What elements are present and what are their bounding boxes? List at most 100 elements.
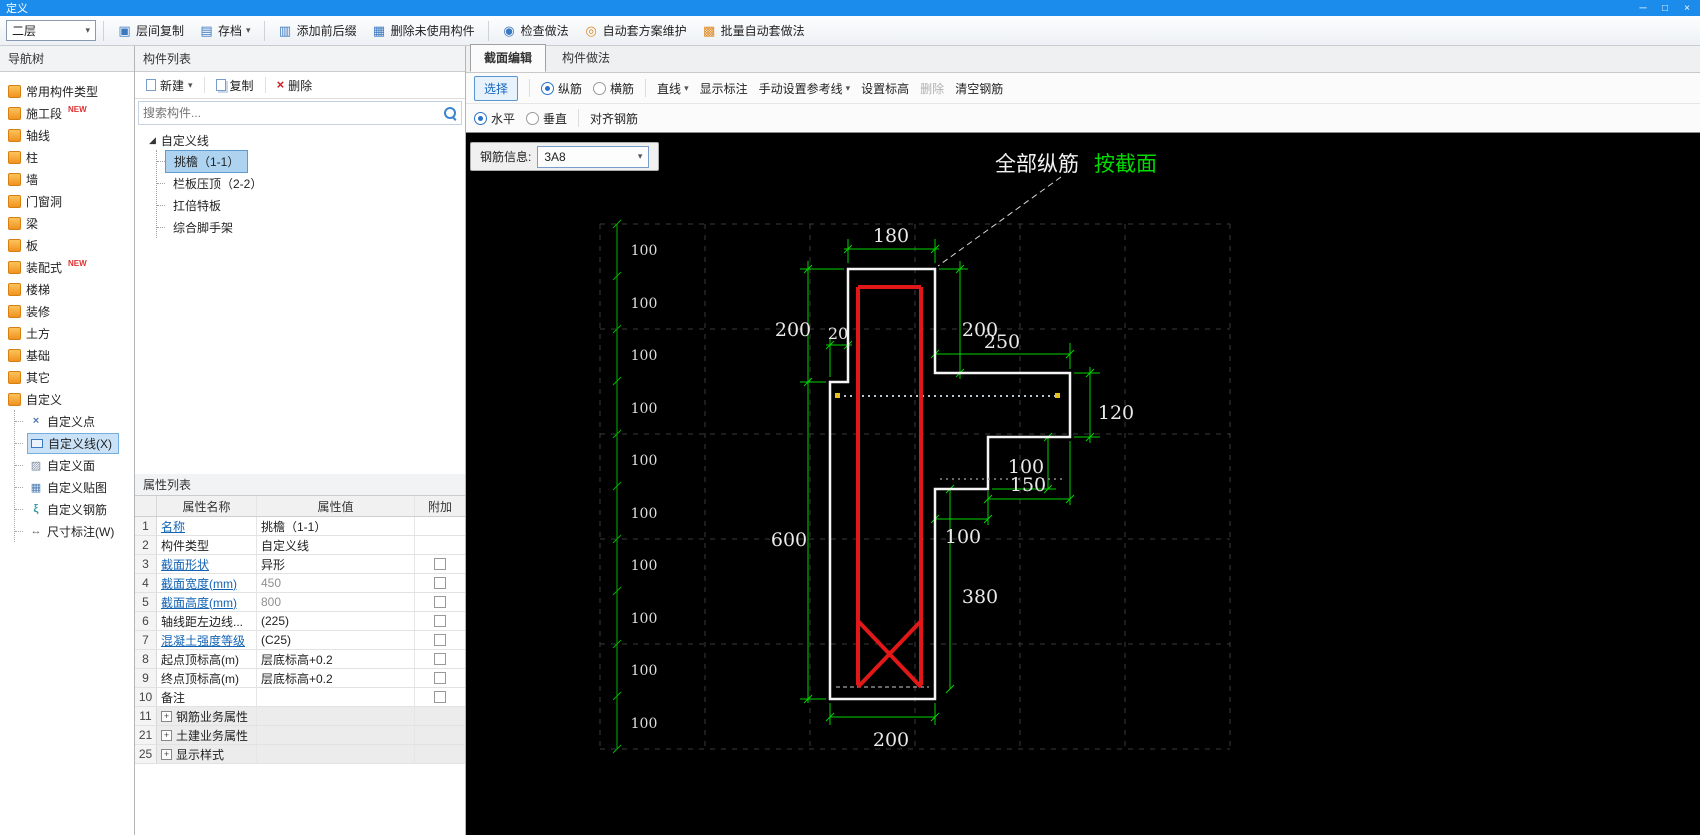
rebar-path[interactable] [856, 285, 923, 689]
transverse-rebar-radio[interactable]: 横筋 [593, 80, 634, 97]
nav-item-wall[interactable]: 墙 [0, 168, 134, 190]
nav-item-custom[interactable]: 自定义 [0, 388, 134, 410]
component-item[interactable]: 栏板压顶（2-2） [157, 172, 465, 194]
line-type-dropdown[interactable]: 直线 ▾ [657, 80, 689, 97]
batch-auto-method-button[interactable]: ▩ 批量自动套做法 [696, 19, 811, 42]
property-value[interactable]: 自定义线 [257, 536, 415, 554]
expand-icon[interactable]: + [161, 710, 172, 722]
attach-checkbox[interactable] [434, 691, 446, 703]
search-input[interactable] [143, 106, 443, 120]
nav-item-construction-section[interactable]: 施工段 NEW [0, 102, 134, 124]
nav-item-beam[interactable]: 梁 [0, 212, 134, 234]
manual-reference-line-dropdown[interactable]: 手动设置参考线 ▾ [759, 80, 851, 97]
close-button[interactable]: × [1676, 0, 1698, 16]
component-item[interactable]: 综合脚手架 [157, 216, 465, 238]
nav-item-custom-line[interactable]: 自定义线(X) [15, 432, 134, 454]
delete-component-button[interactable]: × 删除 [272, 74, 318, 97]
property-row: 3 截面形状 异形 [135, 555, 465, 574]
add-prefix-suffix-button[interactable]: ▥ 添加前后缀 [272, 19, 363, 42]
nav-item-custom-face[interactable]: ▨ 自定义面 [15, 454, 134, 476]
property-value[interactable]: 层底标高+0.2 [257, 650, 415, 668]
vertical-radio[interactable]: 垂直 [526, 110, 567, 127]
component-panel: 构件列表 新建 ▾ 复制 × 删除 ◢ 自定义线 [135, 46, 466, 835]
show-labels-button[interactable]: 显示标注 [700, 80, 748, 97]
property-name-link[interactable]: 截面形状 [161, 556, 209, 573]
grid-dim-label: 100 [631, 716, 658, 732]
new-component-button[interactable]: 新建 ▾ [141, 74, 198, 97]
component-search [138, 101, 462, 125]
copy-component-button[interactable]: 复制 [211, 74, 259, 97]
property-group-row: 21 + 土建业务属性 [135, 726, 465, 745]
maximize-button[interactable]: □ [1654, 0, 1676, 16]
property-value[interactable]: 挑檐（1-1） [257, 517, 415, 535]
horizontal-radio[interactable]: 水平 [474, 110, 515, 127]
attach-checkbox[interactable] [434, 634, 446, 646]
nav-item-column[interactable]: 柱 [0, 146, 134, 168]
rebar-info-dropdown[interactable]: 3A8 ▾ [537, 145, 650, 168]
property-value[interactable]: 层底标高+0.2 [257, 669, 415, 687]
tab-section-edit[interactable]: 截面编辑 [470, 44, 547, 72]
nav-item-custom-decal[interactable]: ▦ 自定义贴图 [15, 476, 134, 498]
folder-icon [8, 304, 21, 318]
tab-component-method[interactable]: 构件做法 [548, 44, 624, 72]
grid-dimension-chain [612, 219, 622, 754]
delete-rebar-button[interactable]: 删除 [920, 80, 944, 97]
nav-item-decoration[interactable]: 装修 [0, 300, 134, 322]
expand-icon[interactable]: + [161, 729, 172, 741]
floor-selector[interactable]: 二层 ▾ [6, 20, 96, 41]
component-list-header: 构件列表 [135, 46, 465, 72]
property-name-link[interactable]: 名称 [161, 518, 185, 535]
nav-item-foundation[interactable]: 基础 [0, 344, 134, 366]
property-value[interactable]: 450 [257, 574, 415, 592]
property-row: 10 备注 [135, 688, 465, 707]
select-tool-button[interactable]: 选择 [474, 75, 519, 101]
nav-item-dimension[interactable]: ↔ 尺寸标注(W) [15, 520, 134, 542]
auto-scheme-maintenance-button[interactable]: ◎ 自动套方案维护 [578, 19, 693, 42]
expand-icon[interactable]: + [161, 748, 172, 760]
section-canvas[interactable]: 钢筋信息: 3A8 ▾ 180 200 20 600 200 250 120 1… [466, 133, 1700, 835]
property-value[interactable]: (C25) [257, 631, 415, 649]
window-controls: ─ □ × [1632, 0, 1698, 16]
attach-checkbox[interactable] [434, 672, 446, 684]
delete-unused-components-button[interactable]: ▦ 删除未使用构件 [366, 19, 481, 42]
clear-rebar-button[interactable]: 清空钢筋 [955, 80, 1003, 97]
nav-item-slab[interactable]: 板 [0, 234, 134, 256]
property-value[interactable]: (225) [257, 612, 415, 630]
attach-checkbox[interactable] [434, 615, 446, 627]
archive-button[interactable]: ▤ 存档 ▾ [193, 19, 257, 42]
component-group[interactable]: ◢ 自定义线 [135, 130, 465, 150]
attach-checkbox[interactable] [434, 653, 446, 665]
delete-unused-icon: ▦ [372, 23, 386, 38]
attach-checkbox[interactable] [434, 558, 446, 570]
property-name-link[interactable]: 混凝土强度等级 [161, 632, 245, 649]
component-item[interactable]: 挑檐（1-1） [157, 149, 465, 173]
minimize-button[interactable]: ─ [1632, 0, 1654, 16]
check-method-button[interactable]: ◉ 检查做法 [496, 19, 575, 42]
property-value[interactable] [257, 688, 415, 706]
attach-checkbox[interactable] [434, 596, 446, 608]
rebar-info-value: 3A8 [544, 149, 566, 164]
nav-item-door-window[interactable]: 门窗洞 [0, 190, 134, 212]
search-icon[interactable] [443, 106, 457, 120]
property-name-link[interactable]: 截面宽度(mm) [161, 575, 237, 592]
nav-item-others[interactable]: 其它 [0, 366, 134, 388]
copy-between-floors-button[interactable]: ▣ 层间复制 [111, 19, 190, 42]
nav-item-custom-point[interactable]: × 自定义点 [15, 410, 134, 432]
nav-item-stairs[interactable]: 楼梯 [0, 278, 134, 300]
nav-item-earthwork[interactable]: 土方 [0, 322, 134, 344]
property-name-link[interactable]: 截面高度(mm) [161, 594, 237, 611]
nav-item-axis[interactable]: 轴线 [0, 124, 134, 146]
nav-item-custom-rebar[interactable]: ξ 自定义钢筋 [15, 498, 134, 520]
align-rebar-button[interactable]: 对齐钢筋 [590, 110, 638, 127]
section-drawing[interactable]: 180 200 20 600 200 250 120 100 150 100 3… [466, 133, 1700, 835]
nav-item-prefab[interactable]: 装配式 NEW [0, 256, 134, 278]
set-elevation-button[interactable]: 设置标高 [861, 80, 909, 97]
property-value[interactable]: 800 [257, 593, 415, 611]
nav-item-common-types[interactable]: 常用构件类型 [0, 80, 134, 102]
property-value[interactable]: 异形 [257, 555, 415, 573]
longitudinal-rebar-radio[interactable]: 纵筋 [541, 80, 582, 97]
component-item[interactable]: 扛倍特板 [157, 194, 465, 216]
attach-checkbox[interactable] [434, 577, 446, 589]
custom-line-icon [30, 436, 44, 450]
dim-label-step-width: 100 [945, 526, 981, 548]
